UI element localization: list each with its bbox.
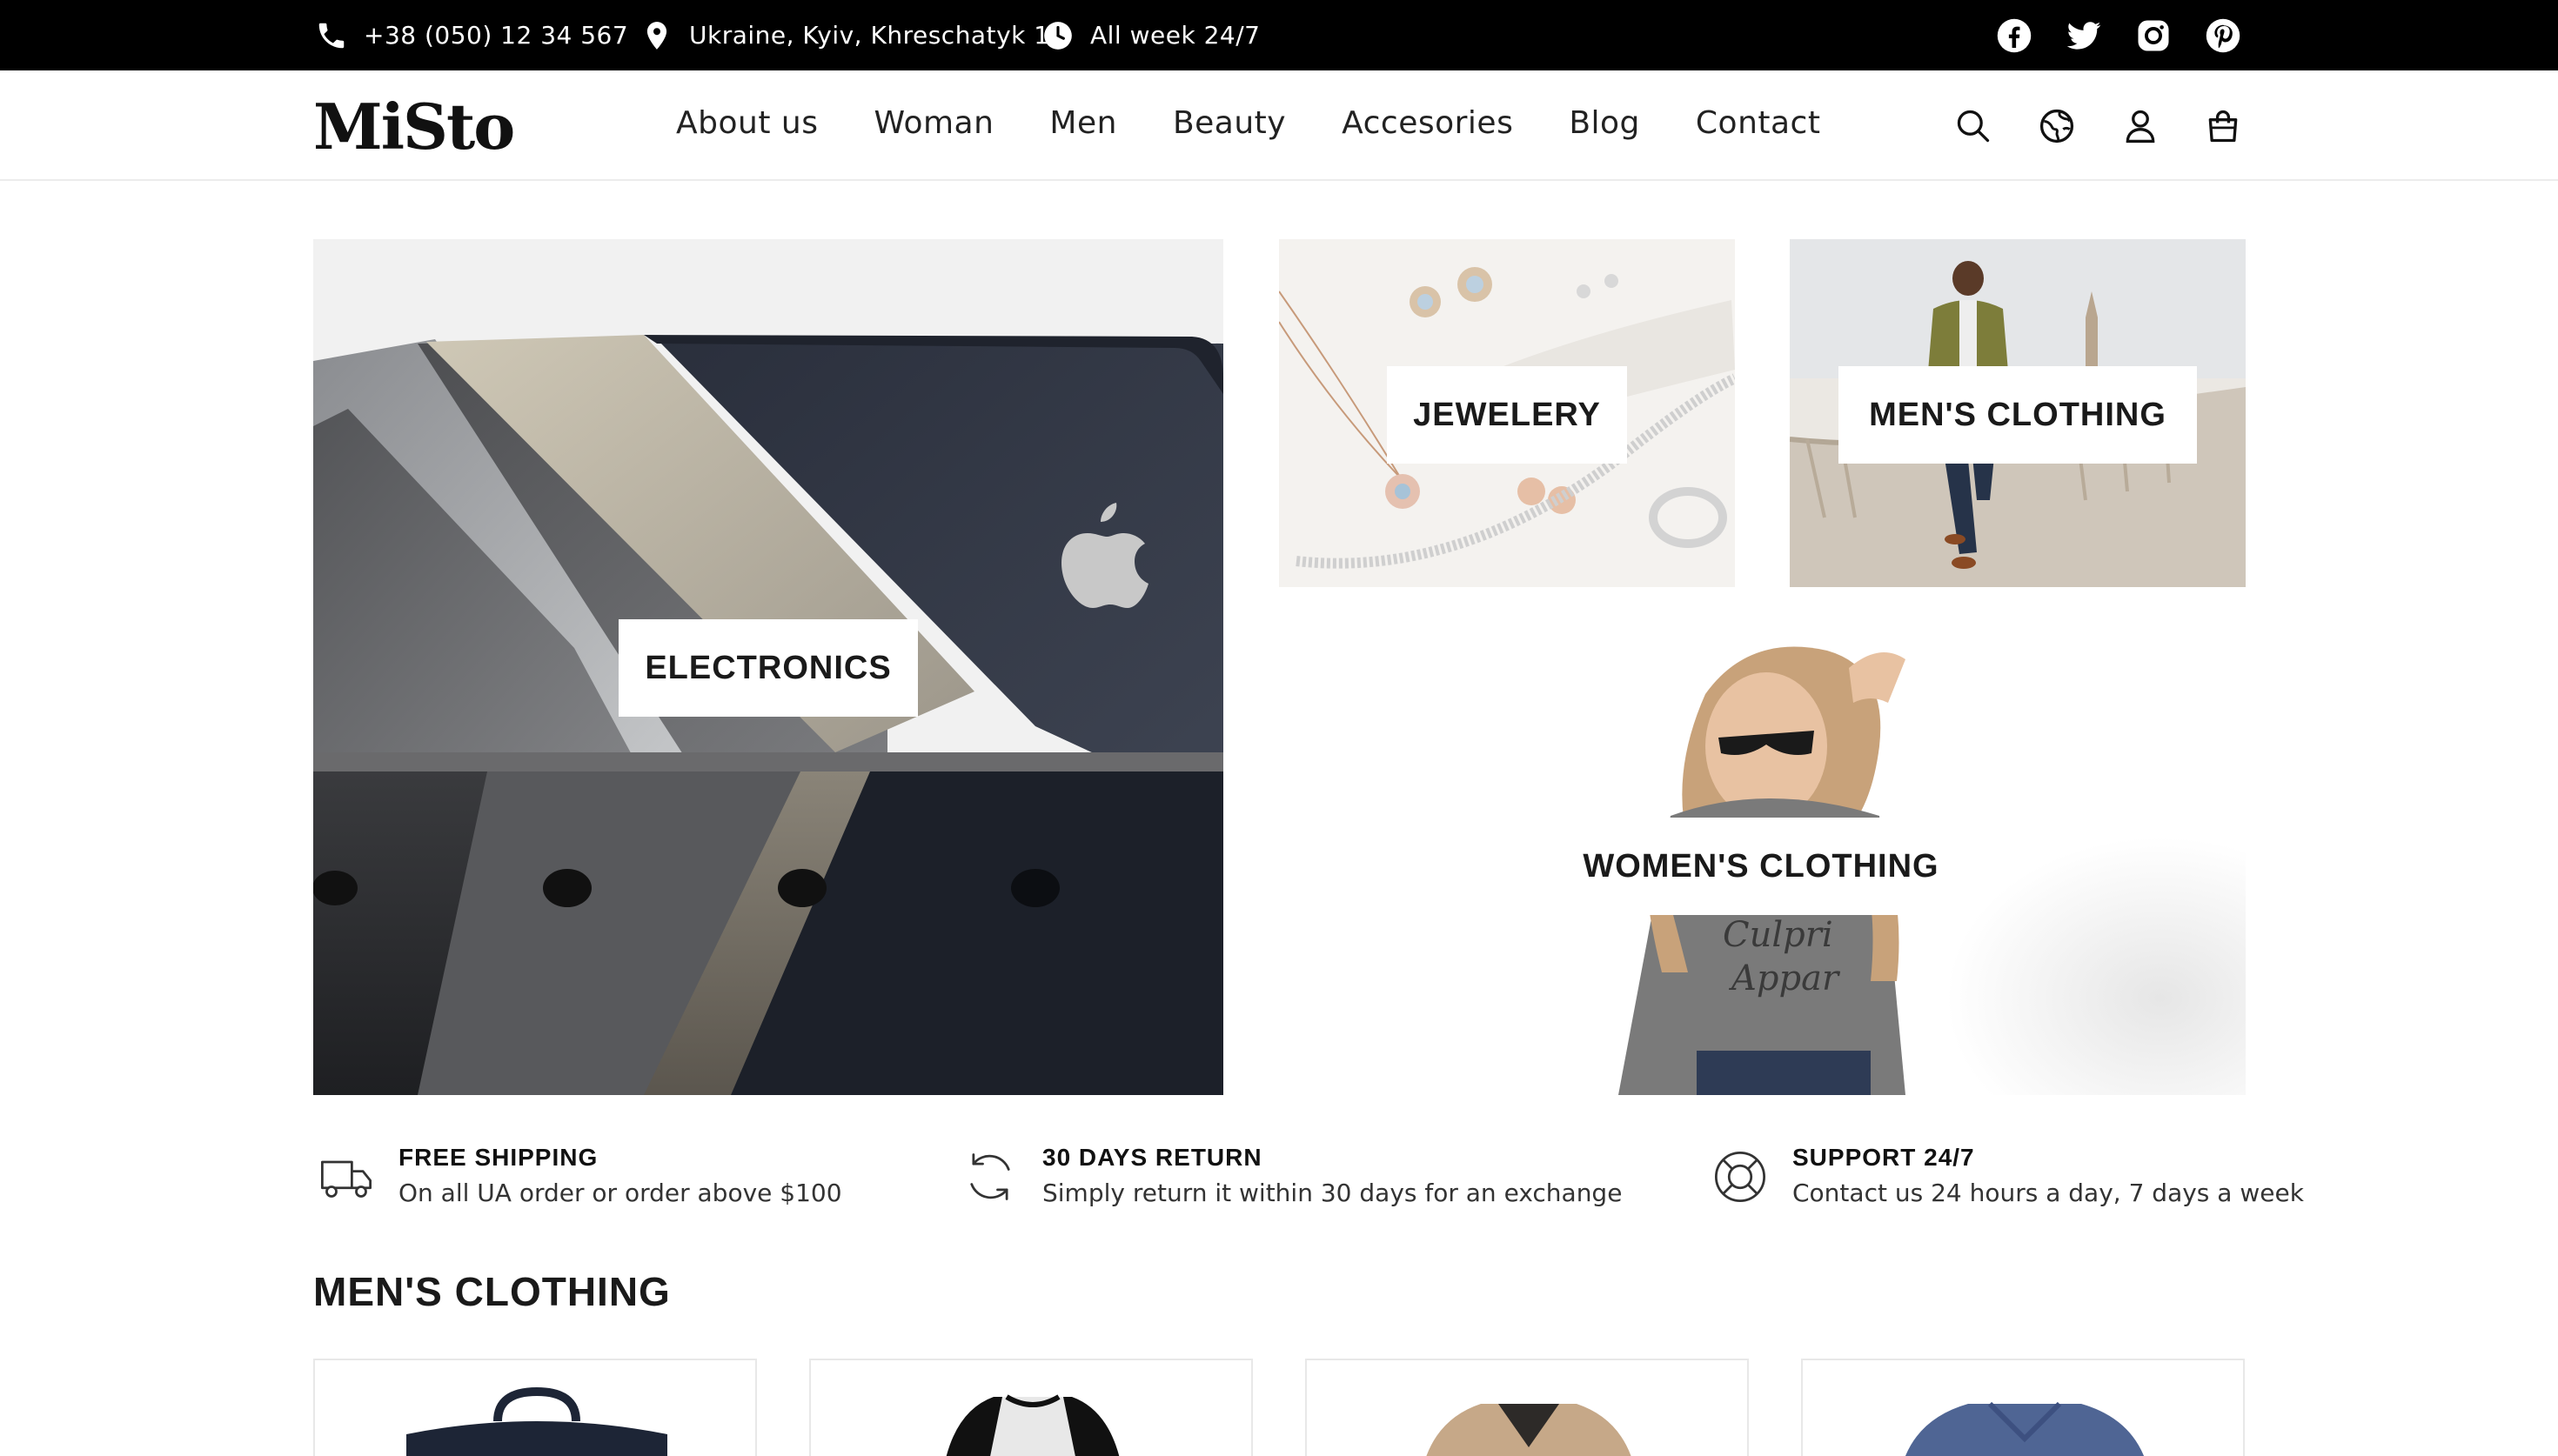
product-card[interactable] bbox=[313, 1359, 757, 1456]
site-logo[interactable]: MiSto bbox=[313, 90, 515, 164]
nav-woman[interactable]: Woman bbox=[874, 105, 994, 141]
jewelery-tile[interactable]: JEWELERY bbox=[1279, 239, 1735, 587]
search-icon[interactable] bbox=[1954, 107, 1992, 145]
jewelery-label[interactable]: JEWELERY bbox=[1387, 366, 1627, 464]
top-bar: +38 (050) 12 34 567 Ukraine, Kyiv, Khres… bbox=[0, 0, 2558, 70]
globe-icon[interactable] bbox=[2038, 107, 2076, 145]
phone-contact[interactable]: +38 (050) 12 34 567 bbox=[315, 0, 628, 70]
user-icon[interactable] bbox=[2121, 107, 2160, 145]
womens-clothing-tile[interactable]: Culpri Appar WOMEN'S CLOTHING bbox=[1279, 642, 2246, 1095]
pinterest-icon[interactable] bbox=[2205, 17, 2241, 54]
product-image bbox=[406, 1386, 667, 1456]
product-card[interactable] bbox=[1801, 1359, 2245, 1456]
nav-blog[interactable]: Blog bbox=[1569, 105, 1640, 141]
mens-clothing-tile[interactable]: MEN'S CLOTHING bbox=[1790, 239, 2246, 587]
address-text: Ukraine, Kyiv, Khreschatyk 1 bbox=[689, 21, 1050, 50]
feature-free-shipping: FREE SHIPPING On all UA order or order a… bbox=[317, 1144, 842, 1207]
feature-subtitle: On all UA order or order above $100 bbox=[398, 1179, 842, 1207]
mens-clothing-label[interactable]: MEN'S CLOTHING bbox=[1838, 366, 2197, 464]
twitter-icon[interactable] bbox=[2066, 17, 2102, 54]
feature-title: 30 DAYS RETURN bbox=[1042, 1144, 1262, 1171]
clock-icon bbox=[1044, 21, 1072, 50]
truck-icon bbox=[320, 1160, 372, 1198]
hours-text: All week 24/7 bbox=[1090, 21, 1261, 50]
product-image bbox=[1426, 1404, 1631, 1456]
nav-about-us[interactable]: About us bbox=[676, 105, 818, 141]
womens-clothing-label[interactable]: WOMEN'S CLOTHING bbox=[1578, 818, 1944, 915]
product-card[interactable] bbox=[809, 1359, 1253, 1456]
nav-contact[interactable]: Contact bbox=[1696, 105, 1821, 141]
product-image bbox=[946, 1394, 1120, 1456]
feature-title: SUPPORT 24/7 bbox=[1792, 1144, 1975, 1171]
return-arrows-icon bbox=[970, 1153, 1010, 1200]
instagram-icon[interactable] bbox=[2135, 17, 2172, 54]
svg-text:Culpri: Culpri bbox=[1723, 915, 1833, 955]
shopping-bag-icon[interactable] bbox=[2204, 107, 2242, 145]
feature-subtitle: Contact us 24 hours a day, 7 days a week bbox=[1792, 1179, 2304, 1207]
lifebuoy-icon bbox=[1714, 1151, 1766, 1203]
nav-accesories[interactable]: Accesories bbox=[1342, 105, 1513, 141]
phone-number: +38 (050) 12 34 567 bbox=[364, 21, 629, 50]
phone-icon bbox=[318, 23, 345, 48]
main-nav: About us Woman Men Beauty Accesories Blo… bbox=[676, 105, 1876, 141]
feature-30-days-return: 30 DAYS RETURN Simply return it within 3… bbox=[961, 1144, 1622, 1207]
electronics-tile[interactable]: ELECTRONICS bbox=[313, 239, 1223, 1095]
feature-subtitle: Simply return it within 30 days for an e… bbox=[1042, 1179, 1623, 1207]
location-pin-icon bbox=[646, 21, 667, 50]
nav-beauty[interactable]: Beauty bbox=[1173, 105, 1286, 141]
address-info: Ukraine, Kyiv, Khreschatyk 1 bbox=[640, 0, 1050, 70]
product-card[interactable] bbox=[1305, 1359, 1749, 1456]
section-title: MEN'S CLOTHING bbox=[313, 1269, 671, 1314]
feature-support: SUPPORT 24/7 Contact us 24 hours a day, … bbox=[1711, 1144, 2304, 1207]
hours-info: All week 24/7 bbox=[1041, 0, 1260, 70]
product-image bbox=[1905, 1401, 2144, 1456]
electronics-label[interactable]: ELECTRONICS bbox=[619, 619, 918, 717]
main-header: MiSto About us Woman Men Beauty Accesori… bbox=[0, 70, 2558, 181]
nav-men[interactable]: Men bbox=[1049, 105, 1117, 141]
facebook-icon[interactable] bbox=[1996, 17, 2032, 54]
svg-text:Appar: Appar bbox=[1728, 958, 1841, 998]
feature-title: FREE SHIPPING bbox=[398, 1144, 599, 1171]
